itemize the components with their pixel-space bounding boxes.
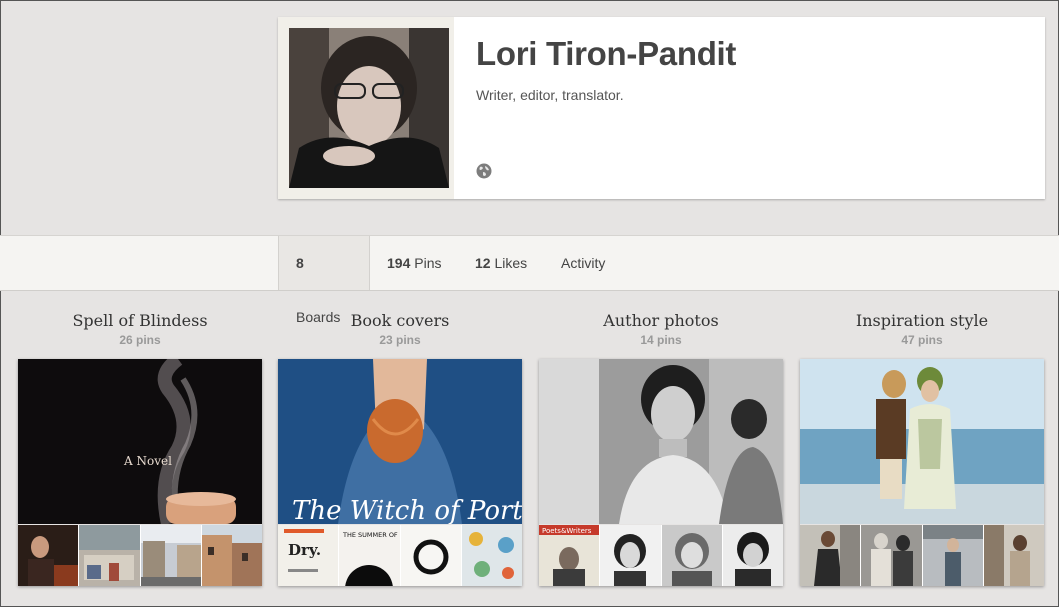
tab-likes-label: Likes <box>494 255 528 271</box>
board-pin-count: 47 pins <box>901 333 943 347</box>
board-pin-count: 14 pins <box>640 333 682 347</box>
thumbnail[interactable] <box>18 525 79 586</box>
board-pin-count: 23 pins <box>379 333 421 347</box>
profile-tabbar: 8 Boards 194 Pins 12 Likes Activity <box>0 235 1059 325</box>
thumbnail[interactable] <box>140 525 201 586</box>
tab-activity-label: Activity <box>561 255 606 271</box>
thumbnail[interactable] <box>983 525 1044 586</box>
board-title[interactable]: Inspiration style <box>800 310 1044 332</box>
avatar[interactable] <box>289 28 449 188</box>
board-book-covers[interactable]: Book covers 23 pins The Witch of Portobe… <box>278 310 522 586</box>
avatar-frame <box>278 17 454 199</box>
board-pin-count: 26 pins <box>119 333 161 347</box>
tab-activity[interactable]: Activity <box>544 236 622 290</box>
board-thumbnails: Poets&Writers <box>539 525 783 586</box>
thumbnail[interactable] <box>600 525 661 586</box>
board-title[interactable]: Spell of Blindess <box>18 310 262 332</box>
profile-name: Lori Tiron-Pandit <box>476 35 737 72</box>
board-cover-image[interactable]: A Novel <box>18 359 262 524</box>
thumbnail[interactable] <box>861 525 922 586</box>
cover-text: A Novel <box>123 454 172 468</box>
tab-pins-count: 194 <box>387 255 411 271</box>
tab-likes[interactable]: 12 Likes <box>458 236 544 290</box>
board-title[interactable]: Book covers <box>278 310 522 332</box>
board-cover-image[interactable]: The Witch of Portobello <box>278 359 522 524</box>
thumbnail[interactable]: THE SUMMER OF UBUME <box>339 525 400 586</box>
board-cover-image[interactable] <box>800 359 1044 524</box>
thumbnail[interactable]: Poets&Writers <box>539 525 600 586</box>
thumbnail[interactable] <box>201 525 262 586</box>
thumb-text: Poets&Writers <box>542 527 592 535</box>
thumbnail[interactable]: Dry. <box>278 525 339 586</box>
board-spell-of-blindess[interactable]: Spell of Blindess 26 pins A Novel <box>18 310 262 586</box>
tab-pins-label: Pins <box>414 255 442 271</box>
thumbnail[interactable] <box>922 525 983 586</box>
cover-text: The Witch of Portobello <box>292 496 522 524</box>
thumbnail[interactable] <box>400 525 461 586</box>
tab-boards-count: 8 <box>296 255 304 271</box>
tab-pins[interactable]: 194 Pins <box>370 236 458 290</box>
profile-card: Lori Tiron-Pandit Writer, editor, transl… <box>278 17 1045 199</box>
thumbnail[interactable] <box>800 525 861 586</box>
thumbnail[interactable] <box>79 525 140 586</box>
board-title[interactable]: Author photos <box>539 310 783 332</box>
tab-boards[interactable]: 8 Boards <box>278 236 370 325</box>
board-author-photos[interactable]: Author photos 14 pins Poets&Writers <box>539 310 783 586</box>
thumbnail[interactable] <box>661 525 722 586</box>
board-thumbnails <box>18 525 262 586</box>
thumbnail[interactable] <box>722 525 783 586</box>
profile-bio: Writer, editor, translator. <box>476 87 624 103</box>
globe-icon[interactable] <box>476 163 492 179</box>
thumbnail[interactable] <box>461 525 522 586</box>
board-cover-image[interactable] <box>539 359 783 524</box>
thumb-text: THE SUMMER OF UBUME <box>342 531 399 539</box>
board-thumbnails: Dry. THE SUMMER OF UBUME <box>278 525 522 586</box>
board-inspiration-style[interactable]: Inspiration style 47 pins <box>800 310 1044 586</box>
board-thumbnails <box>800 525 1044 586</box>
thumb-text: Dry. <box>288 541 321 559</box>
tab-likes-count: 12 <box>475 255 491 271</box>
